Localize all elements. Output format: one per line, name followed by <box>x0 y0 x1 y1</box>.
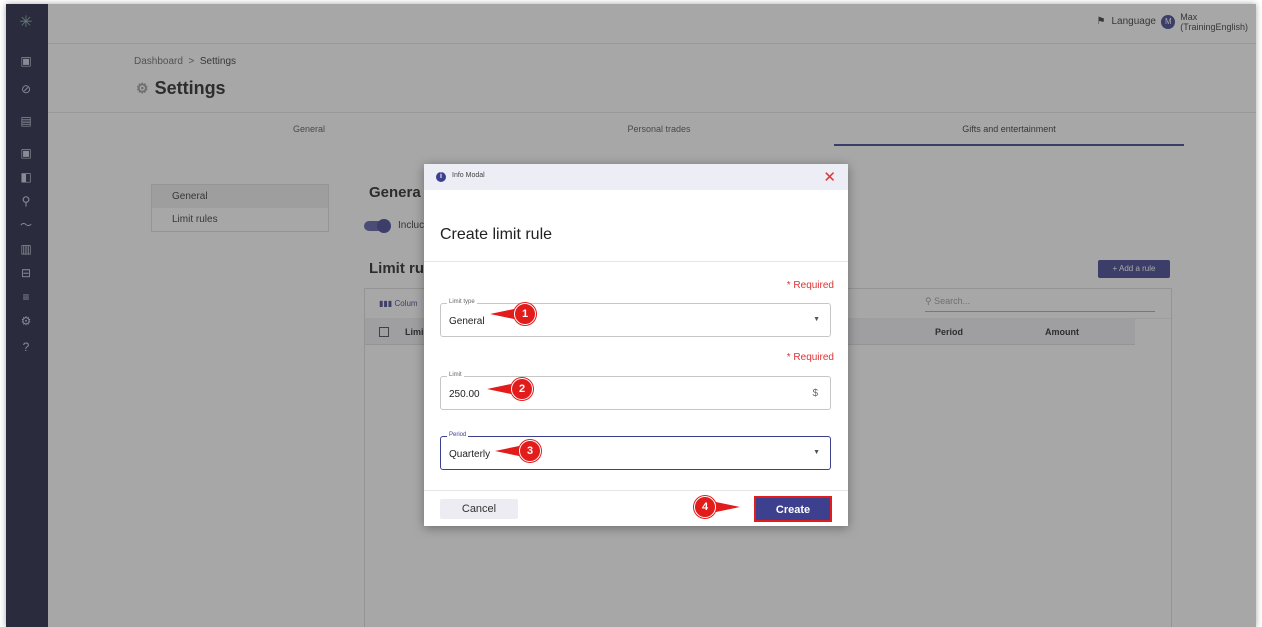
create-button[interactable]: Create <box>754 496 832 522</box>
callout-number: 3 <box>519 440 541 462</box>
callout-number: 1 <box>514 303 536 325</box>
required-note: * Required <box>786 352 834 363</box>
field-label: Limit <box>447 372 464 378</box>
create-limit-rule-modal: i Info Modal ✕ Create limit rule * Requi… <box>424 164 848 526</box>
app-window: ✳ ▣ ⊘ ▤ ▣ ◧ ⚲ 〜 ▥ ⊟ ≡ ⚙ ? ⚑ Language M M… <box>6 4 1256 627</box>
close-icon[interactable]: ✕ <box>823 168 836 186</box>
callout-arrow <box>495 446 519 456</box>
callout-number: 2 <box>511 378 533 400</box>
divider <box>424 490 848 491</box>
divider <box>424 261 848 262</box>
chevron-down-icon: ▼ <box>813 449 820 456</box>
required-note: * Required <box>786 280 834 291</box>
info-icon: i <box>436 172 446 182</box>
field-value: Quarterly <box>449 449 491 460</box>
callout-number: 4 <box>694 496 716 518</box>
field-label: Period <box>447 432 469 438</box>
modal-title: Create limit rule <box>440 226 553 243</box>
callout-2: 2 <box>487 378 533 400</box>
callout-3: 3 <box>495 440 541 462</box>
callout-4: 4 <box>694 496 740 518</box>
callout-1: 1 <box>490 303 536 325</box>
modal-header-title: Info Modal <box>452 172 485 179</box>
callout-arrow <box>716 502 740 512</box>
callout-arrow <box>487 384 511 394</box>
callout-arrow <box>490 309 514 319</box>
modal-header: i Info Modal ✕ <box>424 164 848 190</box>
field-label: Limit type <box>447 299 477 305</box>
chevron-down-icon: ▼ <box>813 316 820 323</box>
field-value: 250.00 <box>449 389 480 400</box>
currency-suffix: $ <box>812 388 818 399</box>
field-value: General <box>449 316 485 327</box>
cancel-button[interactable]: Cancel <box>440 499 518 519</box>
